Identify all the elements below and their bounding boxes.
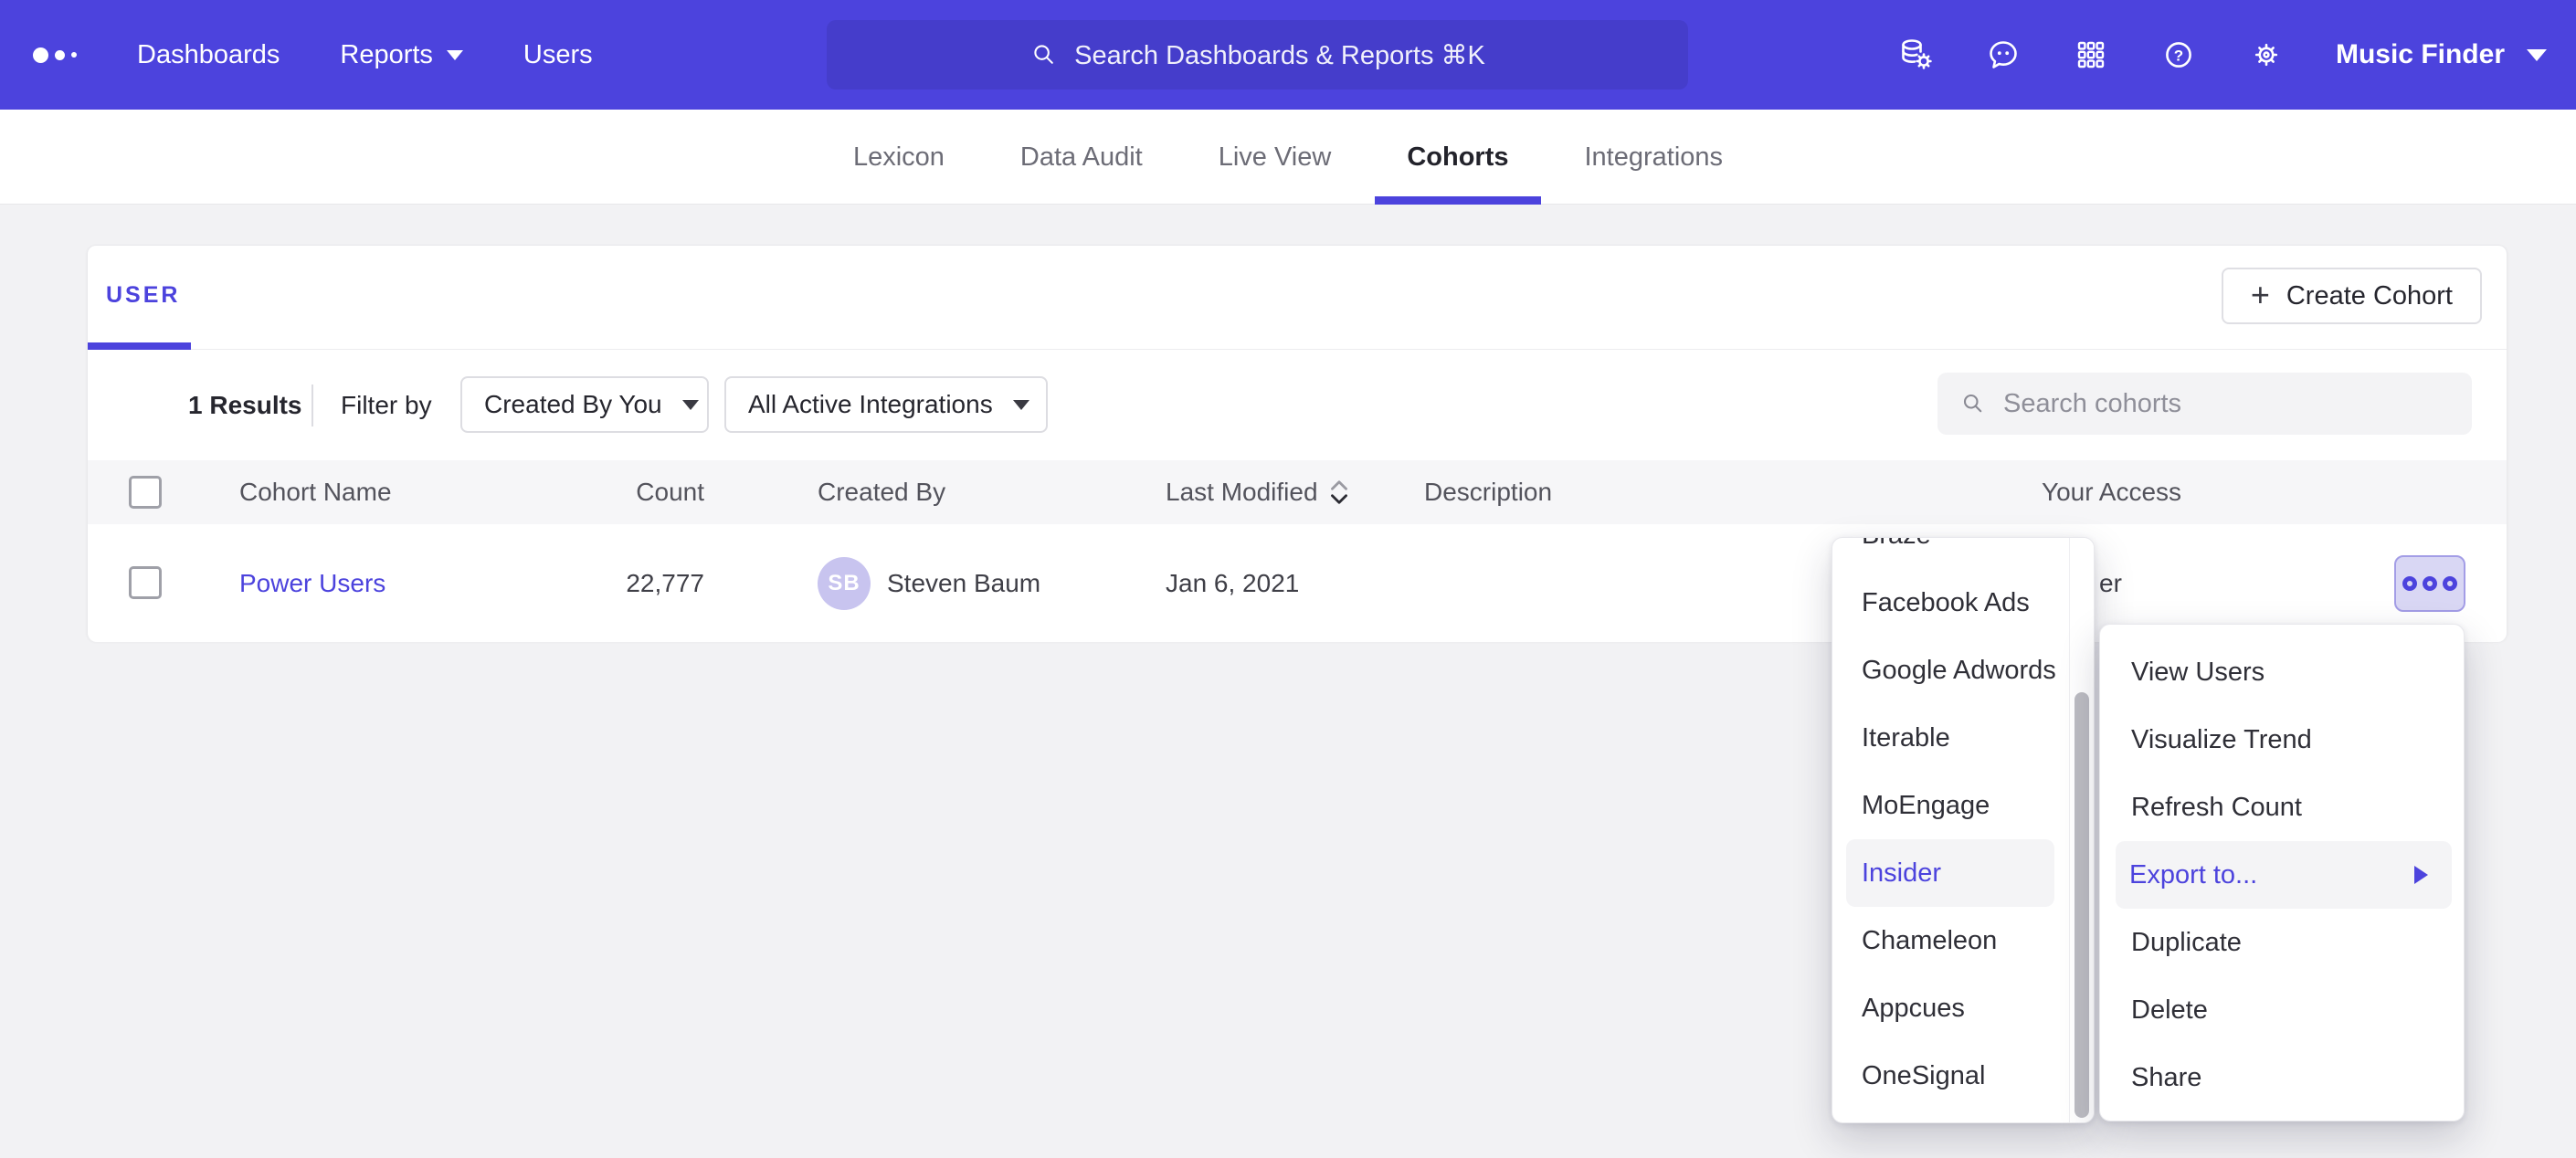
tab-user[interactable]: USER [106, 282, 180, 309]
logo-dot-large [33, 47, 48, 63]
cohort-name-link[interactable]: Power Users [239, 569, 385, 598]
nav-dashboards-label: Dashboards [137, 40, 280, 70]
export-to-submenu: BrazeFacebook AdsGoogle AdwordsIterableM… [1832, 537, 2095, 1123]
dot-icon [2402, 576, 2417, 591]
row-actions-button[interactable] [2394, 555, 2465, 612]
chevron-down-icon [447, 50, 463, 60]
menu-item-share[interactable]: Share [2100, 1044, 2464, 1111]
top-nav: Dashboards Reports Users Search Dashboar… [0, 0, 2576, 110]
menu-item-duplicate[interactable]: Duplicate [2100, 909, 2464, 976]
last-modified-date: Jan 6, 2021 [1166, 524, 1299, 642]
nav-right-cluster: ? Music Finder [1897, 0, 2576, 110]
cohort-search-input[interactable]: Search cohorts [1937, 373, 2472, 435]
divider [311, 384, 313, 426]
submenu-item-chameleon[interactable]: Chameleon [1832, 907, 2094, 974]
secondary-nav: Lexicon Data Audit Live View Cohorts Integra… [0, 110, 2576, 205]
cohort-search-placeholder: Search cohorts [2003, 389, 2181, 419]
logo-dot-medium [55, 50, 65, 60]
sort-icon [1327, 478, 1351, 507]
nav-dashboards[interactable]: Dashboards [137, 40, 280, 70]
apps-grid-icon[interactable] [2073, 37, 2109, 73]
project-name: Music Finder [2336, 39, 2505, 70]
submenu-item-iterable[interactable]: Iterable [1832, 704, 2094, 772]
mixpanel-logo-dots[interactable] [33, 0, 77, 110]
feedback-icon[interactable] [1985, 37, 2022, 73]
nav-users[interactable]: Users [523, 40, 593, 70]
integrations-filter-label: All Active Integrations [748, 390, 993, 419]
tab-data-audit[interactable]: Data Audit [1020, 110, 1143, 205]
cohort-count: 22,777 [563, 524, 704, 642]
data-settings-icon[interactable] [1897, 37, 1934, 73]
submenu-item-google-adwords[interactable]: Google Adwords [1832, 637, 2094, 704]
column-header-your-access[interactable]: Your Access [2042, 460, 2181, 524]
submenu-item-braze[interactable]: Braze [1832, 537, 2094, 569]
submenu-scrollbar-thumb[interactable] [2075, 692, 2089, 1118]
search-icon [1029, 40, 1059, 69]
settings-gear-icon[interactable] [2248, 37, 2285, 73]
export-to-submenu-items: BrazeFacebook AdsGoogle AdwordsIterableM… [1832, 537, 2094, 1123]
dot-icon [2423, 576, 2437, 591]
created-by-filter-dropdown[interactable]: Created By You [460, 376, 709, 433]
cohorts-panel: USER + Create Cohort 1 Results Filter by… [87, 245, 2507, 641]
menu-item-refresh-count[interactable]: Refresh Count [2100, 774, 2464, 841]
filter-toolbar: 1 Results Filter by Created By You All A… [88, 351, 2507, 460]
plus-icon: + [2251, 279, 2270, 311]
help-icon[interactable]: ? [2160, 37, 2197, 73]
tab-lexicon[interactable]: Lexicon [853, 110, 945, 205]
nav-reports[interactable]: Reports [340, 40, 463, 70]
create-cohort-label: Create Cohort [2286, 281, 2453, 311]
submenu-item-appcues[interactable]: Appcues [1832, 974, 2094, 1042]
logo-dot-small [71, 52, 77, 58]
nav-users-label: Users [523, 40, 593, 70]
chevron-down-icon [1013, 400, 1029, 410]
avatar: SB [818, 557, 871, 610]
create-cohort-button[interactable]: + Create Cohort [2222, 268, 2482, 324]
filter-by-label: Filter by [341, 351, 432, 460]
cohorts-page: Dashboards Reports Users Search Dashboar… [0, 0, 2576, 1158]
nav-reports-label: Reports [340, 40, 433, 70]
select-all-checkbox[interactable] [129, 476, 162, 509]
global-search-input[interactable]: Search Dashboards & Reports ⌘K [827, 20, 1688, 89]
menu-item-delete[interactable]: Delete [2100, 976, 2464, 1044]
column-header-cohort-name[interactable]: Cohort Name [239, 460, 392, 524]
results-count: 1 Results [188, 351, 302, 460]
integrations-filter-dropdown[interactable]: All Active Integrations [724, 376, 1048, 433]
column-header-count[interactable]: Count [563, 460, 704, 524]
menu-item-visualize-trend[interactable]: Visualize Trend [2100, 706, 2464, 774]
column-header-created-by[interactable]: Created By [818, 460, 945, 524]
chevron-down-icon [682, 400, 699, 410]
menu-item-export-to[interactable]: Export to... [2116, 841, 2452, 909]
submenu-item-onesignal[interactable]: OneSignal [1832, 1042, 2094, 1110]
submenu-item-insider[interactable]: Insider [1846, 839, 2054, 907]
tab-cohorts[interactable]: Cohorts [1407, 110, 1508, 205]
row-checkbox[interactable] [129, 566, 162, 599]
column-header-description[interactable]: Description [1424, 460, 1552, 524]
global-search-placeholder: Search Dashboards & Reports ⌘K [1074, 39, 1485, 71]
search-icon [1959, 390, 1987, 417]
chevron-down-icon [2527, 49, 2547, 61]
submenu-item-moengage[interactable]: MoEngage [1832, 772, 2094, 839]
panel-tab-strip: USER + Create Cohort [88, 246, 2507, 350]
tab-live-view[interactable]: Live View [1219, 110, 1332, 205]
tab-user-active-underline [88, 342, 191, 350]
created-by-filter-label: Created By You [484, 390, 662, 419]
svg-text:?: ? [2174, 47, 2183, 65]
project-switcher[interactable]: Music Finder [2336, 39, 2547, 70]
dot-icon [2443, 576, 2457, 591]
submenu-scrollbar-track[interactable] [2069, 538, 2094, 1122]
column-header-last-modified[interactable]: Last Modified [1166, 460, 1351, 524]
row-actions-menu: View UsersVisualize TrendRefresh CountEx… [2099, 624, 2465, 1121]
created-by-name: Steven Baum [887, 524, 1040, 642]
primary-nav-links: Dashboards Reports Users [137, 0, 593, 110]
secondary-nav-tabs: Lexicon Data Audit Live View Cohorts Integra… [0, 110, 2576, 205]
submenu-item-facebook-ads[interactable]: Facebook Ads [1832, 569, 2094, 637]
submenu-arrow-icon [2414, 866, 2428, 884]
table-header-row: Cohort Name Count Created By Last Modifi… [88, 460, 2507, 524]
menu-item-view-users[interactable]: View Users [2100, 638, 2464, 706]
tab-integrations[interactable]: Integrations [1585, 110, 1724, 205]
